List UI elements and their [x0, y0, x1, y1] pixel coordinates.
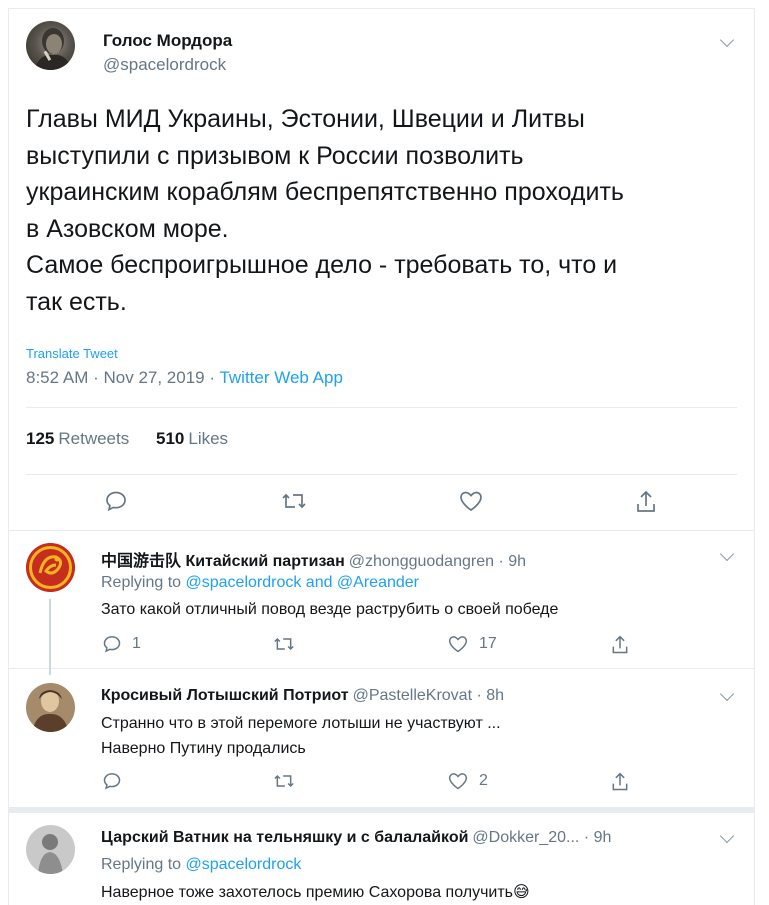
- replying-to: Replying to @spacelordrock and @Areander: [101, 574, 419, 592]
- reply-author[interactable]: 中国游击队 Китайский партизан @zhongguodangren…: [101, 547, 526, 571]
- reply-text: Странно что в этой перемоге лотыши не уч…: [101, 715, 501, 757]
- avatar[interactable]: [26, 683, 75, 732]
- retweet-button[interactable]: [272, 634, 296, 654]
- reply-text: Зато какой отличный повод везде раструби…: [101, 601, 559, 618]
- avatar[interactable]: [26, 21, 75, 70]
- reply-author-name[interactable]: 中国游击队 Китайский партизан: [101, 553, 345, 570]
- reply-author-handle[interactable]: @PastelleKrovat · 8h: [353, 687, 504, 704]
- tweet-stats: 125 Retweets 510 Likes: [26, 429, 250, 449]
- reply-tweet[interactable]: 中国游击队 Китайский партизан @zhongguodangren…: [9, 531, 754, 675]
- replying-to-link[interactable]: @spacelordrock: [186, 856, 302, 873]
- tweet-source-app[interactable]: Twitter Web App: [219, 368, 342, 387]
- chevron-down-icon[interactable]: [719, 32, 735, 48]
- retweets-count: 125: [26, 429, 55, 448]
- reply-tweet[interactable]: Царский Ватник на тельняшку и с балалайк…: [9, 813, 754, 905]
- translate-tweet-link[interactable]: Translate Tweet: [26, 346, 118, 361]
- author-handle[interactable]: @spacelordrock: [103, 55, 226, 75]
- retweet-icon: [274, 637, 294, 651]
- reply-author[interactable]: Кросивый Лотышский Потриот @PastelleKrova…: [101, 687, 504, 705]
- like-count: 17: [479, 635, 497, 652]
- like-button[interactable]: [458, 489, 484, 513]
- tweet-text: Главы МИД Украины, Эстонии, Швеции и Лит…: [26, 105, 624, 316]
- like-icon: [448, 773, 468, 790]
- reply-icon: [103, 636, 121, 653]
- reply-author[interactable]: Царский Ватник на тельняшку и с балалайк…: [101, 829, 611, 847]
- tweet-time[interactable]: 8:52 AM: [26, 368, 88, 387]
- replying-to-link[interactable]: @spacelordrock and @Areander: [186, 574, 420, 591]
- likes-count: 510: [155, 429, 185, 448]
- retweets-stat[interactable]: 125 Retweets: [26, 429, 129, 448]
- reply-author-handle[interactable]: @Dokker_20... · 9h: [472, 829, 611, 846]
- retweet-button[interactable]: [272, 771, 296, 791]
- retweet-icon: [274, 774, 294, 788]
- main-tweet: Голос Мордора @spacelordrock Главы МИД У…: [9, 9, 754, 531]
- share-button[interactable]: [610, 634, 630, 656]
- avatar[interactable]: [26, 543, 75, 592]
- avatar[interactable]: [26, 825, 75, 874]
- share-button[interactable]: [634, 489, 658, 515]
- reply-icon: [103, 773, 121, 790]
- reply-button[interactable]: 1: [102, 634, 141, 654]
- chevron-down-icon[interactable]: [719, 546, 735, 562]
- tweet-date[interactable]: Nov 27, 2019: [104, 368, 205, 387]
- reply-count: 1: [132, 635, 141, 652]
- reply-author-name[interactable]: Кросивый Лотышский Потриот: [101, 687, 349, 704]
- reply-button[interactable]: [102, 771, 122, 791]
- reply-tweet[interactable]: Кросивый Лотышский Потриот @PastelleKrova…: [9, 669, 754, 807]
- reply-author-name[interactable]: Царский Ватник на тельняшку и с балалайк…: [101, 829, 468, 846]
- replying-to: Replying to @spacelordrock: [101, 856, 301, 874]
- replying-to-label: Replying to: [101, 574, 182, 591]
- retweets-label: Retweets: [58, 429, 130, 448]
- thread-line: [49, 599, 51, 675]
- like-button[interactable]: 17: [447, 634, 497, 654]
- reply-text: Наверное тоже захотелось премию Сахорова…: [101, 884, 530, 901]
- like-icon: [460, 491, 482, 512]
- share-icon: [612, 635, 628, 654]
- tweet-thread: Голос Мордора @spacelordrock Главы МИД У…: [8, 8, 755, 905]
- divider: [26, 474, 737, 475]
- chevron-down-icon[interactable]: [719, 828, 735, 844]
- divider: [26, 407, 737, 408]
- replying-to-label: Replying to: [101, 856, 182, 873]
- retweet-button[interactable]: [280, 489, 308, 513]
- like-button[interactable]: 2: [447, 771, 488, 791]
- likes-label: Likes: [188, 429, 229, 448]
- tweet-meta: 8:52 AM · Nov 27, 2019 · Twitter Web App: [26, 368, 343, 387]
- reply-icon: [106, 491, 126, 512]
- like-icon: [448, 636, 468, 653]
- author-name[interactable]: Голос Мордора: [103, 31, 232, 51]
- chevron-down-icon[interactable]: [719, 686, 735, 702]
- share-button[interactable]: [610, 771, 630, 793]
- share-icon: [637, 490, 655, 512]
- like-count: 2: [479, 772, 488, 789]
- share-icon: [612, 772, 628, 791]
- likes-stat[interactable]: 510 Likes: [156, 429, 228, 448]
- retweet-icon: [282, 493, 306, 509]
- reply-button[interactable]: [104, 489, 128, 513]
- reply-author-handle[interactable]: @zhongguodangren · 9h: [349, 553, 526, 570]
